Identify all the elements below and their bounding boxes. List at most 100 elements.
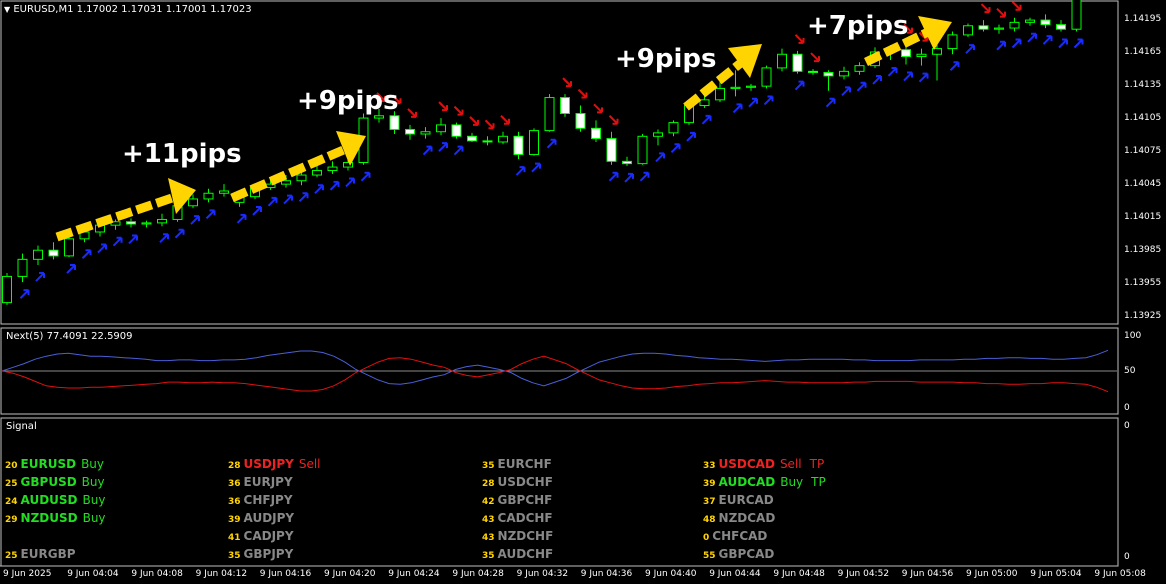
signal-row: 20 EURUSD Buy — [5, 455, 104, 475]
candle-body — [2, 275, 12, 304]
buy-arrow-icon — [670, 143, 681, 154]
buy-arrow-icon — [624, 172, 634, 183]
signal-pair: CADCHF — [497, 511, 553, 525]
candle-body — [498, 135, 508, 143]
buy-arrow-icon — [794, 80, 805, 91]
candle-body — [389, 115, 400, 130]
time-label: 9 Jun 2025 — [3, 569, 52, 579]
time-label: 9 Jun 04:16 — [259, 569, 312, 579]
candle-body — [1040, 19, 1051, 26]
buy-arrow-icon — [314, 184, 324, 195]
signal-strength: 25 — [5, 551, 18, 561]
signal-pair: GBPUSD — [20, 475, 77, 489]
signal-pair: GBPJPY — [243, 547, 294, 561]
candle-body — [575, 113, 586, 129]
buy-arrow-icon — [438, 142, 448, 152]
candle-body — [126, 221, 136, 225]
buy-arrow-icon — [887, 66, 898, 77]
sell-arrow-icon — [794, 34, 805, 44]
signal-strength: 35 — [482, 461, 495, 471]
signal-strength: 0 — [703, 533, 710, 543]
buy-arrow-icon — [639, 171, 650, 182]
signal-strength: 35 — [482, 551, 495, 561]
buy-arrow-icon — [283, 194, 293, 205]
signal-pair: GBPCHF — [497, 493, 553, 507]
buy-arrow-icon — [918, 72, 929, 83]
sell-arrow-icon — [996, 7, 1006, 18]
signal-strength: 37 — [703, 497, 716, 507]
signal-pair: USDCHF — [497, 475, 553, 489]
annotation-pips-3: +9pips — [615, 44, 717, 74]
signal-pair: CHFCAD — [712, 529, 768, 543]
signal-strength: 20 — [5, 461, 18, 471]
sell-arrow-icon — [453, 105, 464, 116]
signal-row: 0 CHFCAD — [703, 527, 767, 547]
indicator-line-red — [1, 355, 1109, 393]
buy-arrow-icon — [174, 228, 185, 239]
candle-body — [808, 70, 818, 73]
buy-arrow-icon — [267, 196, 278, 207]
signal-frame — [0, 417, 1119, 567]
chart-header[interactable]: ▼ EURUSD,M1 1.17002 1.17031 1.17001 1.17… — [4, 4, 252, 15]
sell-arrow-icon — [562, 77, 572, 88]
time-label: 9 Jun 04:40 — [645, 569, 697, 579]
trading-chart[interactable]: +11pips +9pips +9pips +7pips — [0, 0, 1166, 584]
time-label: 9 Jun 04:20 — [324, 569, 376, 579]
signal-strength: 39 — [228, 515, 241, 525]
signal-row: 36 CHFJPY — [228, 491, 293, 511]
sell-arrow-icon — [438, 101, 448, 112]
signal-strength: 42 — [482, 497, 495, 507]
time-label: 9 Jun 04:48 — [773, 569, 825, 579]
time-label: 9 Jun 04:52 — [837, 569, 890, 579]
time-label: 9 Jun 04:36 — [580, 569, 633, 579]
candle-body — [606, 138, 617, 162]
buy-arrow-icon — [748, 97, 758, 108]
candle-body — [451, 124, 462, 137]
signal-strength: 35 — [228, 551, 241, 561]
signal-level-label-bottom: 0 — [1124, 552, 1130, 562]
buy-arrow-icon — [453, 145, 464, 156]
candle-body — [1009, 21, 1020, 29]
candle-body — [1056, 24, 1066, 30]
signal-pair: USDCAD — [718, 457, 775, 471]
price-label: 1.14135 — [1124, 80, 1162, 90]
signal-row: 29 NZDUSD Buy — [5, 509, 106, 529]
buy-arrow-icon — [965, 44, 975, 54]
signal-row: 55 GBPCAD — [703, 545, 774, 565]
time-label: 9 Jun 05:00 — [966, 569, 1018, 579]
candle-body — [730, 86, 741, 89]
buy-arrow-icon — [763, 95, 774, 106]
signal-strength: 36 — [228, 497, 241, 507]
signal-pair: AUDJPY — [243, 511, 295, 525]
triangle-down-icon[interactable]: ▼ — [4, 5, 10, 14]
candle-body — [374, 115, 384, 119]
buy-arrow-icon — [1073, 38, 1084, 49]
indicator-title: Next(5) 77.4091 22.5909 — [6, 331, 133, 342]
sell-arrow-icon — [608, 115, 619, 125]
buy-arrow-icon — [531, 162, 541, 173]
candle-body — [746, 85, 756, 88]
signal-pair: CHFJPY — [243, 493, 293, 507]
buy-arrow-icon — [252, 205, 262, 216]
buy-arrow-icon — [872, 74, 882, 85]
time-label: 9 Jun 04:12 — [195, 569, 248, 579]
price-label: 1.13985 — [1124, 245, 1162, 255]
price-label: 1.13925 — [1124, 311, 1162, 321]
buy-arrow-icon — [1042, 35, 1053, 45]
signal-pair: GBPCAD — [718, 547, 775, 561]
candle-body — [420, 131, 431, 135]
signal-row: 39 AUDJPY — [228, 509, 294, 529]
signal-strength: 43 — [482, 533, 495, 543]
buy-arrow-icon — [19, 289, 30, 299]
buy-arrow-icon — [159, 233, 169, 244]
time-label: 9 Jun 04:28 — [452, 569, 504, 579]
sell-arrow-icon — [593, 103, 603, 114]
buy-arrow-icon — [1058, 38, 1068, 49]
buy-arrow-icon — [949, 61, 960, 71]
candle-body — [715, 87, 725, 101]
buy-arrow-icon — [825, 97, 836, 108]
signal-panel-title: Signal — [6, 421, 37, 432]
chart-title: EURUSD,M1 1.17002 1.17031 1.17001 1.1702… — [13, 4, 252, 15]
candle-body — [668, 122, 679, 134]
signal-pair: EURUSD — [20, 457, 77, 471]
